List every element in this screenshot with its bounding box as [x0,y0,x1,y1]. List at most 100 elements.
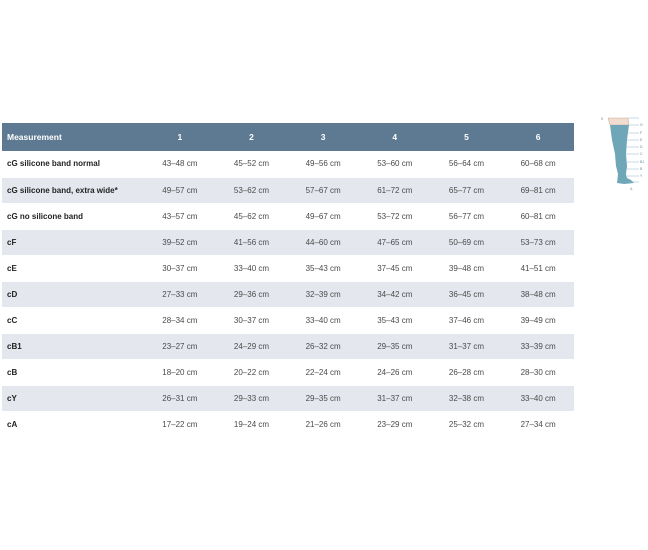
size-range-cell: 39–52 cm [144,228,216,255]
point-label-c: C [640,152,643,156]
size-range-cell: 37–46 cm [430,306,503,333]
point-label-g: G [640,123,643,127]
size-range-cell: 56–77 cm [430,202,503,229]
size-range-cell: 26–28 cm [430,358,503,385]
size-range-cell: 53–73 cm [502,228,574,255]
size-range-cell: 37–45 cm [358,254,431,281]
table-row: cB1 23–27 cm 24–29 cm 26–32 cm 29–35 cm 31–37… [2,332,574,359]
size-range-cell: 28–30 cm [502,358,574,385]
row-label: cC [2,306,144,333]
table-body: cG silicone band normal 43–48 cm 45–52 cm 4… [2,151,574,437]
size-range-cell: 30–37 cm [215,306,288,333]
column-header-size-5: 5 [464,132,469,142]
row-label: cE [2,254,144,281]
size-range-cell: 33–40 cm [215,254,288,281]
size-range-cell: 43–57 cm [144,202,216,229]
column-header-size-2: 2 [249,132,254,142]
size-range-cell: 34–42 cm [358,280,431,307]
column-header-size-6: 6 [535,132,541,142]
size-range-cell: 47–65 cm [358,228,431,255]
table-row: cG silicone band, extra wide* 49–57 cm 53–… [2,176,574,203]
row-label: cB1 [2,332,144,359]
size-range-cell: 38–48 cm [502,280,574,307]
size-range-cell: 25–32 cm [430,410,503,437]
size-range-cell: 26–32 cm [287,332,359,359]
row-label: cA [2,410,144,437]
size-range-cell: 36–45 cm [430,280,503,307]
size-range-cell: 33–40 cm [287,306,359,333]
size-range-cell: 26–31 cm [144,384,216,411]
size-range-cell: 18–20 cm [144,358,216,385]
size-range-cell: 32–38 cm [430,384,503,411]
size-range-cell: 33–40 cm [502,384,574,411]
size-range-cell: 45–62 cm [215,202,288,229]
size-range-cell: 60–68 cm [520,159,556,169]
size-range-cell: 53–72 cm [358,202,431,229]
row-label: cG no silicone band [2,202,144,229]
size-range-cell: 17–22 cm [144,410,216,437]
size-range-cell: 41–56 cm [215,228,288,255]
column-header-size-1: 1 [177,132,183,142]
row-label: cG silicone band normal [7,159,100,169]
row-label: cY [2,384,144,411]
point-label-d: D [640,145,643,149]
point-label-e: E [640,138,643,142]
table-row: cB 18–20 cm 20–22 cm 22–24 cm 24–26 cm 26–28 … [2,358,574,385]
table-header-row: Measurement 1 2 3 4 5 6 [2,123,574,151]
size-range-cell: 31–37 cm [358,384,431,411]
leg-measurement-diagram-icon: K G F E D C B1 B Y A [601,117,644,191]
size-range-cell: 56–64 cm [448,159,485,169]
size-range-cell: 22–24 cm [287,358,359,385]
table-row: cA 17–22 cm 19–24 cm 21–26 cm 23–29 cm 25–32 … [2,410,574,437]
row-label: cD [2,280,144,307]
table-row: cY 26–31 cm 29–33 cm 29–35 cm 31–37 cm 32–38 … [2,384,574,411]
point-label-b: B [640,167,643,171]
size-range-cell: 24–29 cm [215,332,288,359]
size-range-cell: 21–26 cm [287,410,359,437]
row-label: cG silicone band, extra wide* [2,176,144,203]
size-range-cell: 29–36 cm [215,280,288,307]
row-label: cB [2,358,144,385]
size-range-cell: 39–48 cm [430,254,503,281]
size-range-cell: 35–43 cm [287,254,359,281]
size-range-cell: 45–52 cm [233,159,270,169]
size-range-cell: 49–56 cm [305,159,341,169]
size-range-cell: 57–67 cm [287,176,359,203]
size-range-cell: 29–35 cm [358,332,431,359]
size-range-cell: 27–34 cm [502,410,574,437]
size-range-cell: 43–48 cm [162,159,198,169]
column-header-size-4: 4 [392,132,398,142]
size-range-cell: 39–49 cm [502,306,574,333]
size-range-cell: 28–34 cm [144,306,216,333]
size-range-cell: 61–72 cm [358,176,431,203]
size-range-cell: 20–22 cm [215,358,288,385]
size-range-cell: 53–60 cm [377,159,413,169]
table-row: cF 39–52 cm 41–56 cm 44–60 cm 47–65 cm 50–69 … [2,228,574,255]
size-range-cell: 49–67 cm [287,202,359,229]
size-range-cell: 32–39 cm [287,280,359,307]
table-row: cG silicone band normal 43–48 cm 45–52 cm 4… [2,151,574,177]
table-row: cD 27–33 cm 29–36 cm 32–39 cm 34–42 cm 36–45 … [2,280,574,307]
size-range-cell: 41–51 cm [502,254,574,281]
size-range-cell: 60–81 cm [502,202,574,229]
column-header-size-3: 3 [320,132,326,142]
table-row: cE 30–37 cm 33–40 cm 35–43 cm 37–45 cm 39–48 … [2,254,574,281]
point-label-f: F [640,131,643,135]
size-range-cell: 24–26 cm [358,358,431,385]
size-range-cell: 65–77 cm [430,176,503,203]
size-range-cell: 23–27 cm [144,332,216,359]
size-range-cell: 44–60 cm [287,228,359,255]
size-chart-table: Measurement 1 2 3 4 5 6 cG silicone band… [2,123,574,437]
table-row: cC 28–34 cm 30–37 cm 33–40 cm 35–43 cm 37–46 … [2,306,574,333]
point-label-b1: B1 [640,160,644,164]
size-range-cell: 53–62 cm [215,176,288,203]
size-range-cell: 35–43 cm [358,306,431,333]
column-header-measurement: Measurement [7,132,62,142]
size-range-cell: 33–39 cm [502,332,574,359]
size-range-cell: 50–69 cm [430,228,503,255]
point-label-a: A [630,187,633,191]
size-range-cell: 29–35 cm [287,384,359,411]
point-label-k: K [601,117,604,121]
size-range-cell: 27–33 cm [144,280,216,307]
size-range-cell: 30–37 cm [144,254,216,281]
